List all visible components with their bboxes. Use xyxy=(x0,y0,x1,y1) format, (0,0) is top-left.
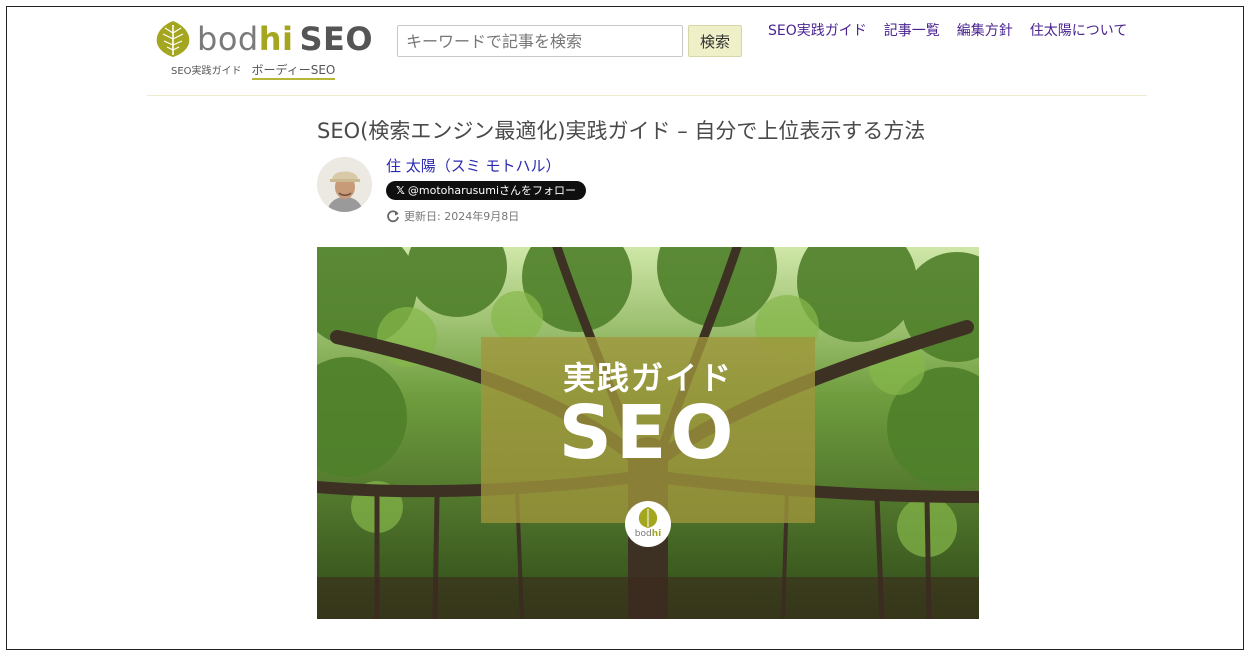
nav-item-about[interactable]: 住太陽について xyxy=(1030,20,1128,40)
leaf-logo-icon xyxy=(156,21,190,57)
logo-tagline: SEO実践ガイド xyxy=(171,66,242,77)
logo-word-1: bod xyxy=(197,20,259,58)
x-follow-button[interactable]: 𝕏 @motoharusumiさんをフォロー xyxy=(386,181,587,200)
nav-item-articles[interactable]: 記事一覧 xyxy=(884,20,940,40)
main-nav: SEO実践ガイド 記事一覧 編集方針 住太陽について xyxy=(768,20,1127,40)
nav-item-seo-guide[interactable]: SEO実践ガイド xyxy=(768,20,867,40)
logo-wordmark: bodhi SEO xyxy=(197,17,373,61)
logo-kana: ボーディーSEO xyxy=(251,63,336,80)
x-follow-label: @motoharusumiさんをフォロー xyxy=(407,184,577,197)
search-button[interactable]: 検索 xyxy=(688,25,742,57)
updated-date-text: 更新日: 2024年9月8日 xyxy=(404,210,520,223)
hero-badge-word-1: bod xyxy=(634,529,652,539)
leaf-logo-icon xyxy=(638,507,658,528)
logo-word-3: SEO xyxy=(299,20,374,58)
header-divider xyxy=(147,95,1147,96)
page-title: SEO(検索エンジン最適化)実践ガイド – 自分で上位表示する方法 xyxy=(317,119,926,143)
logo-word-2: hi xyxy=(258,20,294,58)
hero-image: 実践ガイド SEO bodhi xyxy=(317,247,979,619)
updated-date: 更新日: 2024年9月8日 xyxy=(386,208,519,224)
avatar[interactable] xyxy=(317,157,372,212)
hero-logo-badge: bodhi xyxy=(625,501,671,547)
logo-subtitle: SEO実践ガイド ボーディーSEO xyxy=(171,61,336,80)
nav-item-editorial-policy[interactable]: 編集方針 xyxy=(957,20,1013,40)
hero-title-overlay: 実践ガイド SEO xyxy=(481,337,815,523)
site-logo[interactable]: bodhi SEO SEO実践ガイド ボーディーSEO xyxy=(153,15,373,80)
hero-badge-text: bodhi xyxy=(625,529,671,539)
browser-frame: bodhiSEO SEO実践ガイドボーディーSEO 検索 SEO実践ガイド 記事… xyxy=(6,6,1244,650)
hero-title-line-2: SEO xyxy=(558,390,738,476)
hero-badge-word-2: hi xyxy=(651,529,662,539)
avatar-image xyxy=(317,157,372,212)
author-name-link[interactable]: 住 太陽（スミ モトハル） xyxy=(386,155,561,176)
x-logo-icon: 𝕏 xyxy=(396,184,405,197)
search-input[interactable] xyxy=(397,25,683,57)
refresh-icon xyxy=(387,210,399,223)
